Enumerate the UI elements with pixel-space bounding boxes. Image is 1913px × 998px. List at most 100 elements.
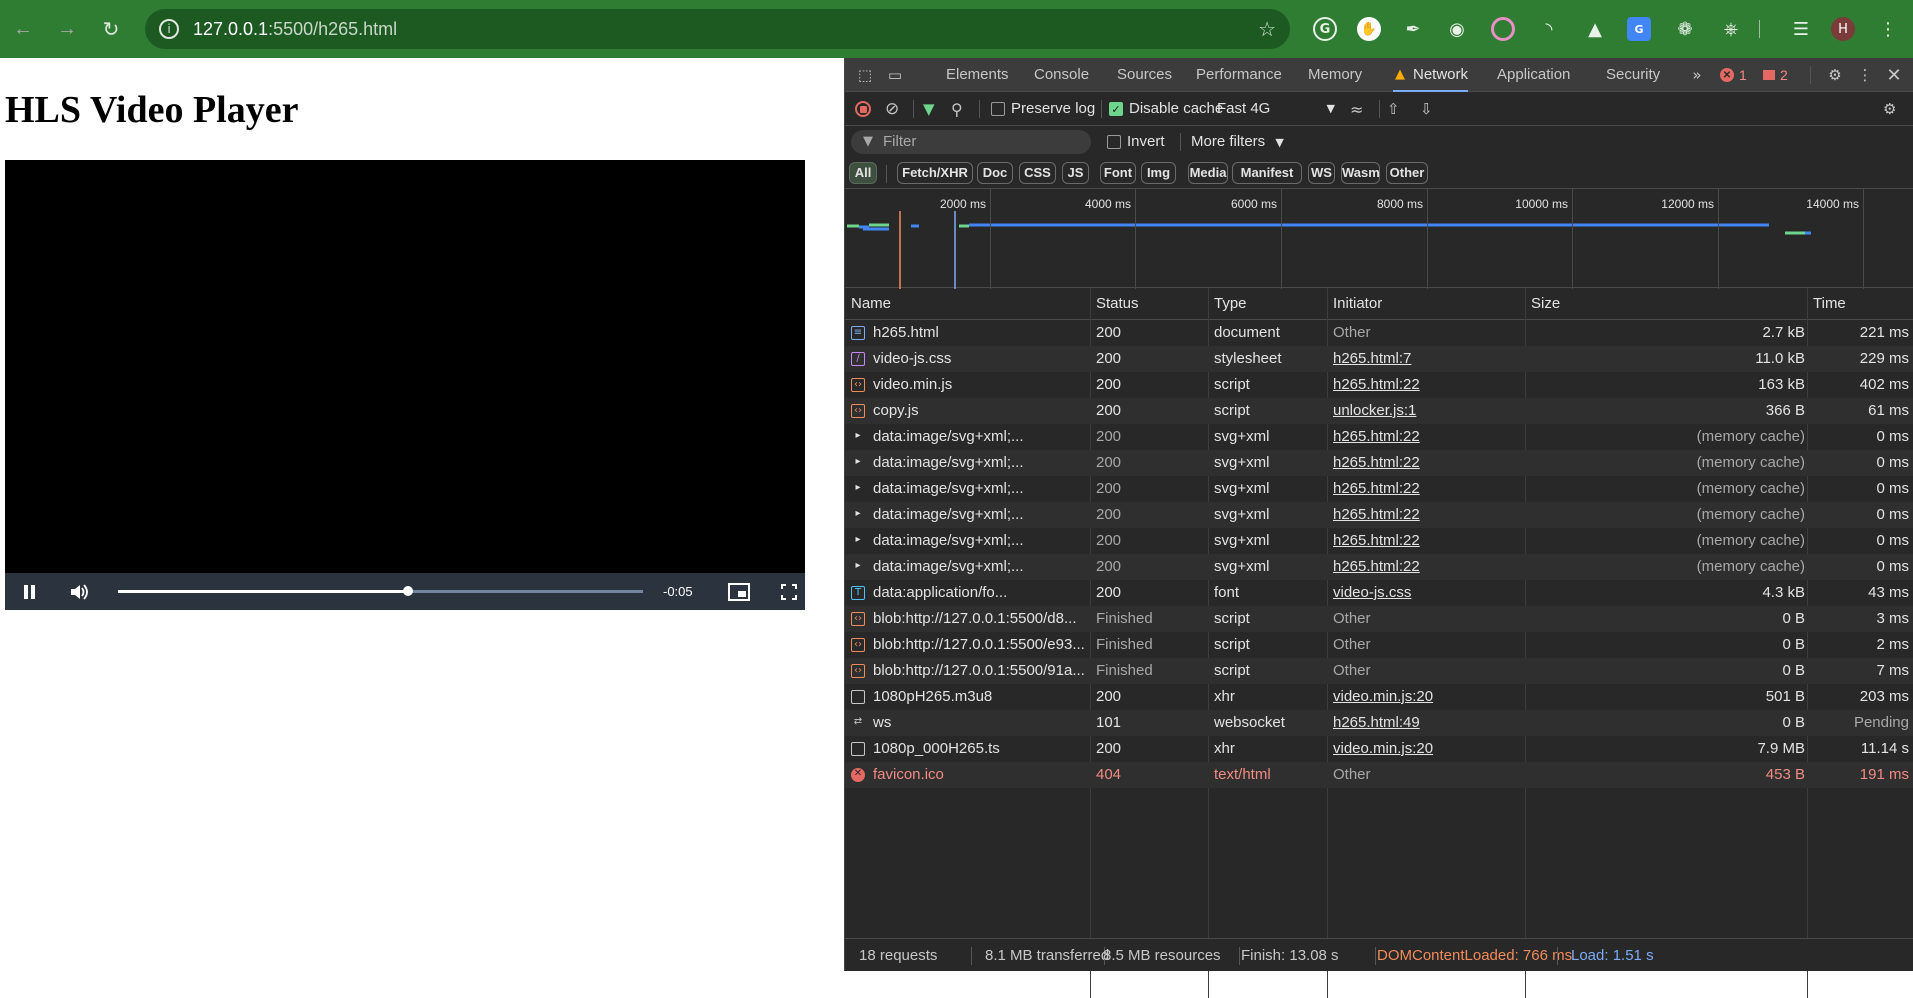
request-row[interactable]: ▸ data:image/svg+xml;... 200 svg+xml h265.ht… — [845, 502, 1913, 528]
tab-application[interactable]: Application — [1497, 58, 1570, 92]
type-filter-other[interactable]: Other — [1386, 162, 1428, 184]
request-initiator[interactable]: h265.html:22 — [1333, 372, 1523, 398]
volume-button[interactable] — [61, 573, 97, 610]
column-header-size[interactable]: Size — [1525, 288, 1560, 320]
adblock-icon[interactable]: ✋ — [1354, 14, 1384, 44]
type-filter-all[interactable]: All — [849, 162, 877, 184]
preserve-log-checkbox[interactable] — [991, 102, 1005, 116]
export-har-icon[interactable]: ⇩ — [1420, 92, 1433, 126]
type-filter-fetch-xhr[interactable]: Fetch/XHR — [897, 162, 973, 184]
request-initiator[interactable]: h265.html:22 — [1333, 554, 1523, 580]
issue-count-badge[interactable]: 2 — [1763, 67, 1788, 83]
filter-input[interactable]: ▼ Filter — [851, 130, 1091, 154]
request-row[interactable]: ⇄ ws 101 websocket h265.html:49 0 B Pending — [845, 710, 1913, 736]
request-initiator[interactable]: h265.html:22 — [1333, 528, 1523, 554]
filter-funnel-icon[interactable]: ▼ — [923, 92, 935, 126]
invert-checkbox[interactable] — [1107, 135, 1121, 149]
request-row[interactable]: ▸ data:image/svg+xml;... 200 svg+xml h265.ht… — [845, 476, 1913, 502]
request-row[interactable]: ▸ data:image/svg+xml;... 200 svg+xml h265.ht… — [845, 528, 1913, 554]
reload-icon[interactable]: ↻ — [96, 14, 126, 44]
site-info-icon[interactable]: i — [159, 19, 179, 39]
request-row[interactable]: ‹› blob:http://127.0.0.1:5500/d8... Finish… — [845, 606, 1913, 632]
request-row[interactable]: ▸ data:image/svg+xml;... 200 svg+xml h265.ht… — [845, 554, 1913, 580]
column-header-name[interactable]: Name — [845, 288, 891, 320]
fullscreen-button[interactable] — [771, 573, 807, 610]
avatar[interactable]: H — [1828, 14, 1858, 44]
type-filter-doc[interactable]: Doc — [977, 162, 1013, 184]
fingerprint-icon[interactable]: ❁ — [1670, 14, 1700, 44]
more-filters-dropdown[interactable]: More filters ▼ — [1191, 126, 1284, 158]
import-har-icon[interactable]: ⇧ — [1387, 92, 1400, 126]
seek-handle[interactable] — [403, 586, 414, 596]
request-initiator[interactable]: h265.html:49 — [1333, 710, 1523, 736]
network-settings-gear-icon[interactable]: ⚙ — [1883, 92, 1896, 126]
request-initiator[interactable]: h265.html:22 — [1333, 450, 1523, 476]
type-filter-css[interactable]: CSS — [1019, 162, 1056, 184]
globe-icon[interactable]: ◉ — [1442, 14, 1472, 44]
request-row[interactable]: ‹› blob:http://127.0.0.1:5500/e93... Finis… — [845, 632, 1913, 658]
request-row[interactable]: ▸ data:image/svg+xml;... 200 svg+xml h265.ht… — [845, 450, 1913, 476]
devtools-menu-icon[interactable]: ⋮ — [1855, 58, 1875, 92]
tab-security[interactable]: Security — [1606, 58, 1660, 92]
bookmark-star-icon[interactable]: ☆ — [1258, 17, 1276, 42]
eyedropper-icon[interactable]: ✒ — [1398, 14, 1428, 44]
tab-performance[interactable]: Performance — [1196, 58, 1282, 92]
request-initiator[interactable]: h265.html:22 — [1333, 502, 1523, 528]
disable-cache-checkbox[interactable]: ✓ — [1109, 102, 1123, 116]
extensions-puzzle-icon[interactable]: ⎈ — [1716, 14, 1746, 44]
column-header-time[interactable]: Time — [1807, 288, 1846, 320]
close-devtools-icon[interactable]: ✕ — [1883, 58, 1905, 92]
column-header-initiator[interactable]: Initiator — [1327, 288, 1382, 320]
throttling-select[interactable]: Fast 4G ▼ — [1217, 92, 1335, 126]
type-filter-manifest[interactable]: Manifest — [1232, 162, 1302, 184]
network-conditions-icon[interactable]: ≈ — [1350, 92, 1363, 126]
request-row[interactable]: ‹› blob:http://127.0.0.1:5500/91a... Finis… — [845, 658, 1913, 684]
request-row[interactable]: ✕ favicon.ico 404 text/html Other 453 B 191 ms — [845, 762, 1913, 788]
request-row[interactable]: ∕ video-js.css 200 stylesheet h265.html:7 11.… — [845, 346, 1913, 372]
device-toolbar-icon[interactable]: ▭ — [883, 58, 907, 92]
request-row[interactable]: 1080p_000H265.ts 200 xhr video.min.js:20 7.9… — [845, 736, 1913, 762]
type-filter-font[interactable]: Font — [1100, 162, 1136, 184]
mountain-icon[interactable]: ▲ — [1580, 14, 1610, 44]
picture-in-picture-button[interactable] — [721, 573, 757, 610]
search-icon[interactable]: ⚲ — [951, 92, 963, 126]
tab-elements[interactable]: Elements — [946, 58, 1009, 92]
column-header-type[interactable]: Type — [1208, 288, 1247, 320]
request-row[interactable]: ‹› video.min.js 200 script h265.html:22 163 k… — [845, 372, 1913, 398]
video-player[interactable]: -0:05 — [5, 160, 805, 610]
request-initiator[interactable]: h265.html:22 — [1333, 476, 1523, 502]
request-row[interactable]: 1080pH265.m3u8 200 xhr video.min.js:20 501 B… — [845, 684, 1913, 710]
more-tabs-icon[interactable]: » — [1687, 58, 1707, 92]
pause-button[interactable] — [11, 573, 47, 610]
back-arrow-icon[interactable]: ← — [8, 14, 38, 44]
request-initiator[interactable]: video.min.js:20 — [1333, 684, 1523, 710]
media-controls-icon[interactable]: ☰ — [1786, 14, 1816, 44]
browser-menu-icon[interactable]: ⋮ — [1873, 14, 1903, 44]
partial-circle-icon[interactable]: ◝ — [1534, 14, 1564, 44]
type-filter-img[interactable]: Img — [1141, 162, 1176, 184]
request-row[interactable]: ▸ data:image/svg+xml;... 200 svg+xml h265.ht… — [845, 424, 1913, 450]
tab-network[interactable]: ▲ Network — [1393, 58, 1469, 92]
type-filter-wasm[interactable]: Wasm — [1341, 162, 1380, 184]
request-initiator[interactable]: unlocker.js:1 — [1333, 398, 1523, 424]
settings-gear-icon[interactable]: ⚙ — [1823, 58, 1847, 92]
grammarly-icon[interactable]: G — [1310, 14, 1340, 44]
error-count-badge[interactable]: ✕ 1 — [1720, 67, 1747, 83]
translate-icon[interactable]: G — [1624, 14, 1654, 44]
request-initiator[interactable]: video.min.js:20 — [1333, 736, 1523, 762]
tab-sources[interactable]: Sources — [1117, 58, 1172, 92]
clear-icon[interactable]: ⊘ — [885, 92, 899, 126]
seek-bar[interactable] — [118, 586, 643, 596]
request-row[interactable]: ≡ h265.html 200 document Other 2.7 kB 221 ms — [845, 320, 1913, 346]
type-filter-js[interactable]: JS — [1062, 162, 1089, 184]
request-initiator[interactable]: video-js.css — [1333, 580, 1523, 606]
request-row[interactable]: Tdata:application/fo... 200 font video-js.c… — [845, 580, 1913, 606]
forward-arrow-icon[interactable]: → — [52, 14, 82, 44]
record-stop-icon[interactable] — [855, 92, 871, 126]
request-initiator[interactable]: h265.html:22 — [1333, 424, 1523, 450]
request-initiator[interactable]: h265.html:7 — [1333, 346, 1523, 372]
inspect-element-icon[interactable]: ⬚ — [853, 58, 877, 92]
address-bar[interactable]: i 127.0.0.1:5500/h265.html ☆ — [145, 9, 1290, 49]
type-filter-media[interactable]: Media — [1188, 162, 1228, 184]
tab-memory[interactable]: Memory — [1308, 58, 1362, 92]
